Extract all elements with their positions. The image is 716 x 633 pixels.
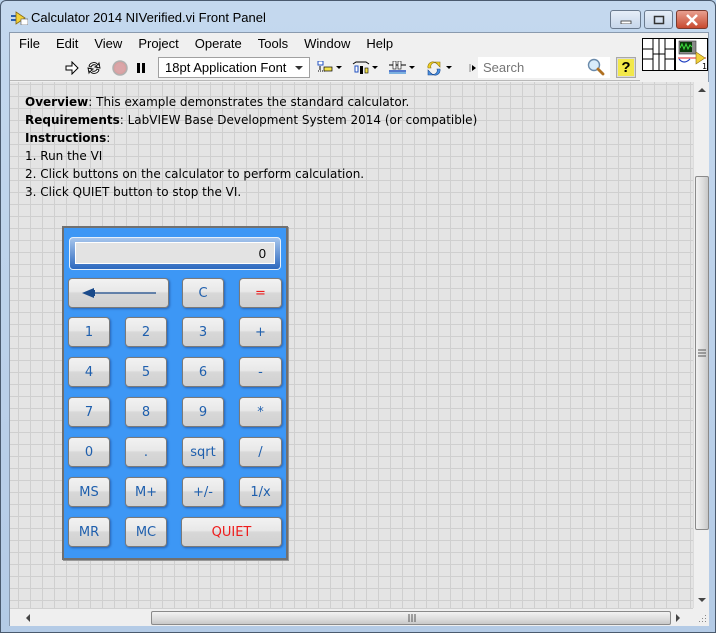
backspace-arrow-icon: [81, 288, 156, 298]
digit-9-button[interactable]: 9: [182, 397, 224, 427]
search-expand-arrow-icon[interactable]: [469, 59, 477, 76]
title-bar[interactable]: Calculator 2014 NIVerified.vi Front Pane…: [1, 1, 715, 33]
resize-grip[interactable]: [693, 608, 709, 626]
overview-label: Overview: [25, 95, 89, 109]
negate-button[interactable]: +/-: [182, 477, 224, 507]
horizontal-scroll-thumb[interactable]: [151, 611, 671, 625]
scroll-down-icon[interactable]: [698, 598, 706, 602]
display-frame: 0: [69, 237, 281, 270]
multiply-button[interactable]: *: [239, 397, 282, 427]
horizontal-scrollbar[interactable]: [10, 608, 693, 626]
menu-edit[interactable]: Edit: [48, 35, 86, 53]
requirements-label: Requirements: [25, 113, 120, 127]
abort-execution-icon[interactable]: [111, 59, 129, 76]
memory-recall-button[interactable]: MR: [68, 517, 110, 547]
close-button[interactable]: [676, 10, 708, 29]
resize-grip-icon: [699, 615, 706, 622]
menu-window[interactable]: Window: [296, 35, 358, 53]
menu-bar: File Edit View Project Operate Tools Win…: [10, 33, 640, 54]
run-continuously-icon[interactable]: [85, 59, 103, 76]
requirements-line: Requirements: LabVIEW Base Development S…: [25, 111, 477, 129]
vi-front-panel-window: Calculator 2014 NIVerified.vi Front Pane…: [0, 0, 716, 633]
labview-vi-icon: [11, 11, 28, 25]
divide-button[interactable]: /: [239, 437, 282, 467]
memory-add-button[interactable]: M+: [125, 477, 167, 507]
connector-pane[interactable]: [642, 38, 675, 71]
connector-pane-icon: [643, 39, 674, 70]
pause-icon[interactable]: [134, 59, 148, 76]
grip-icon: [698, 349, 706, 357]
oscilloscope-icon: 1: [678, 40, 707, 71]
vi-icon-number: 1: [702, 62, 707, 70]
backspace-button[interactable]: [68, 278, 169, 308]
quiet-button[interactable]: QUIET: [181, 517, 282, 547]
font-select-value: 18pt Application Font: [165, 60, 287, 75]
vertical-scroll-thumb[interactable]: [695, 176, 709, 530]
overview-text: : This example demonstrates the standard…: [88, 95, 410, 109]
menu-help[interactable]: Help: [358, 35, 401, 53]
scroll-right-icon[interactable]: [676, 614, 680, 622]
equals-button[interactable]: =: [239, 278, 282, 308]
scroll-left-icon[interactable]: [26, 614, 30, 622]
minimize-button[interactable]: [610, 10, 641, 29]
instruction-step: 2. Click buttons on the calculator to pe…: [25, 167, 365, 181]
restore-icon: [645, 11, 672, 28]
result-display: 0: [75, 242, 275, 264]
reciprocal-button[interactable]: 1/x: [239, 477, 282, 507]
maximize-button[interactable]: [644, 10, 673, 29]
instructions-colon: :: [106, 131, 111, 145]
digit-3-button[interactable]: 3: [182, 317, 224, 347]
digit-5-button[interactable]: 5: [125, 357, 167, 387]
client-area: File Edit View Project Operate Tools Win…: [9, 32, 709, 626]
digit-8-button[interactable]: 8: [125, 397, 167, 427]
close-icon: [677, 11, 707, 28]
reorder-icon[interactable]: [425, 59, 453, 76]
instructions-line: Instructions:: [25, 129, 477, 147]
digit-6-button[interactable]: 6: [182, 357, 224, 387]
description-text: Overview: This example demonstrates the …: [25, 93, 477, 201]
front-panel-canvas[interactable]: Overview: This example demonstrates the …: [10, 82, 693, 608]
sqrt-button[interactable]: sqrt: [182, 437, 224, 467]
overview-line: Overview: This example demonstrates the …: [25, 93, 477, 111]
align-objects-icon[interactable]: [317, 59, 343, 76]
menu-operate[interactable]: Operate: [187, 35, 250, 53]
minus-button[interactable]: -: [239, 357, 282, 387]
toolbar: 18pt Application Font Search ?: [10, 54, 640, 81]
distribute-objects-icon[interactable]: [352, 59, 378, 76]
scroll-up-icon[interactable]: [698, 88, 706, 92]
clear-button[interactable]: C: [182, 278, 224, 308]
instruction-step: 3. Click QUIET button to stop the VI.: [25, 185, 242, 199]
grip-icon: [408, 614, 416, 622]
minimize-icon: [611, 11, 640, 28]
menu-view[interactable]: View: [86, 35, 130, 53]
text-settings-dropdown[interactable]: 18pt Application Font: [158, 57, 310, 78]
decimal-point-button[interactable]: .: [125, 437, 167, 467]
search-input[interactable]: [478, 57, 586, 78]
requirements-text: : LabVIEW Base Development System 2014 (…: [119, 113, 478, 127]
memory-clear-button[interactable]: MC: [125, 517, 167, 547]
digit-7-button[interactable]: 7: [68, 397, 110, 427]
menu-tools[interactable]: Tools: [250, 35, 296, 53]
search-icon[interactable]: [586, 58, 606, 75]
instructions-label: Instructions: [25, 131, 107, 145]
digit-4-button[interactable]: 4: [68, 357, 110, 387]
window-title: Calculator 2014 NIVerified.vi Front Pane…: [31, 10, 266, 25]
vi-icon[interactable]: 1: [675, 38, 708, 71]
calculator-cluster: 0 C = 1 2 3 + 4 5 6 - 7 8 9 * 0 . sqrt /…: [62, 226, 288, 560]
memory-store-button[interactable]: MS: [68, 477, 110, 507]
search-box: [478, 57, 610, 78]
run-arrow-icon[interactable]: [64, 59, 80, 76]
digit-0-button[interactable]: 0: [68, 437, 110, 467]
help-icon: ?: [618, 59, 634, 76]
digit-2-button[interactable]: 2: [125, 317, 167, 347]
menu-file[interactable]: File: [10, 35, 48, 53]
instruction-step: 1. Run the VI: [25, 149, 103, 163]
plus-button[interactable]: +: [239, 317, 282, 347]
context-help-button[interactable]: ?: [616, 57, 636, 78]
menu-project[interactable]: Project: [130, 35, 186, 53]
digit-1-button[interactable]: 1: [68, 317, 110, 347]
chevron-down-icon: [295, 66, 303, 70]
resize-objects-icon[interactable]: [388, 59, 416, 76]
vertical-scrollbar[interactable]: [693, 82, 709, 608]
